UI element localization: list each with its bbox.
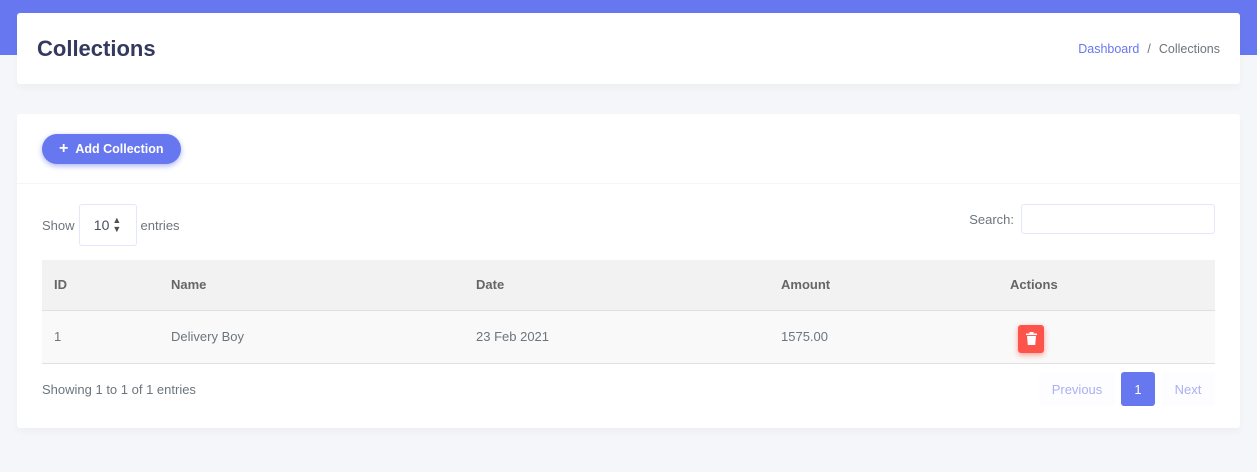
- collections-table: ID Name Date Amount Actions 1 Delivery B…: [42, 260, 1215, 364]
- cell-amount: 1575.00: [769, 310, 998, 364]
- breadcrumb-separator: /: [1147, 41, 1151, 56]
- table-header-row: ID Name Date Amount Actions: [42, 260, 1215, 311]
- cell-actions: [998, 310, 1215, 364]
- table-footer: Showing 1 to 1 of 1 entries Previous 1 N…: [42, 372, 1215, 406]
- plus-icon: +: [59, 140, 69, 157]
- show-label: Show: [42, 217, 75, 233]
- breadcrumb-current: Collections: [1158, 41, 1220, 56]
- pagination-next[interactable]: Next: [1161, 372, 1215, 406]
- search-input[interactable]: [1021, 204, 1215, 234]
- trash-icon: [1025, 332, 1037, 345]
- column-header-id[interactable]: ID: [42, 260, 159, 311]
- search-filter: Search:: [969, 204, 1215, 234]
- entries-label: entries: [140, 217, 180, 233]
- cell-id: 1: [42, 310, 159, 364]
- search-label: Search:: [969, 211, 1014, 227]
- table-info: Showing 1 to 1 of 1 entries: [42, 381, 196, 397]
- table-row: 1 Delivery Boy 23 Feb 2021 1575.00: [42, 310, 1215, 364]
- pagination-previous[interactable]: Previous: [1039, 372, 1115, 406]
- collections-card: + Add Collection Show 10 ▲ ▼ entries Sear…: [17, 114, 1240, 428]
- pagination-page-1[interactable]: 1: [1121, 372, 1155, 406]
- table-controls: Show 10 ▲ ▼ entries Search:: [42, 204, 1215, 246]
- column-header-actions: Actions: [998, 260, 1215, 311]
- card-header: + Add Collection: [17, 114, 1240, 184]
- page-title: Collections: [37, 35, 156, 61]
- entries-length-value: 10: [93, 217, 110, 233]
- cell-name: Delivery Boy: [159, 310, 464, 364]
- column-header-amount[interactable]: Amount: [769, 260, 998, 311]
- breadcrumb-dashboard-link[interactable]: Dashboard: [1078, 42, 1139, 56]
- section-header: Collections Dashboard / Collections: [17, 13, 1240, 84]
- entries-length: Show 10 ▲ ▼ entries: [42, 204, 180, 246]
- entries-length-select[interactable]: 10 ▲ ▼: [78, 204, 137, 246]
- delete-button[interactable]: [1018, 324, 1044, 353]
- add-collection-button[interactable]: + Add Collection: [42, 134, 181, 164]
- sort-arrows-icon: ▲ ▼: [112, 215, 122, 234]
- cell-date: 23 Feb 2021: [464, 310, 769, 364]
- add-collection-label: Add Collection: [75, 142, 164, 156]
- pagination: Previous 1 Next: [1039, 372, 1215, 406]
- breadcrumb: Dashboard / Collections: [1078, 42, 1220, 56]
- column-header-name[interactable]: Name: [159, 260, 464, 311]
- column-header-date[interactable]: Date: [464, 260, 769, 311]
